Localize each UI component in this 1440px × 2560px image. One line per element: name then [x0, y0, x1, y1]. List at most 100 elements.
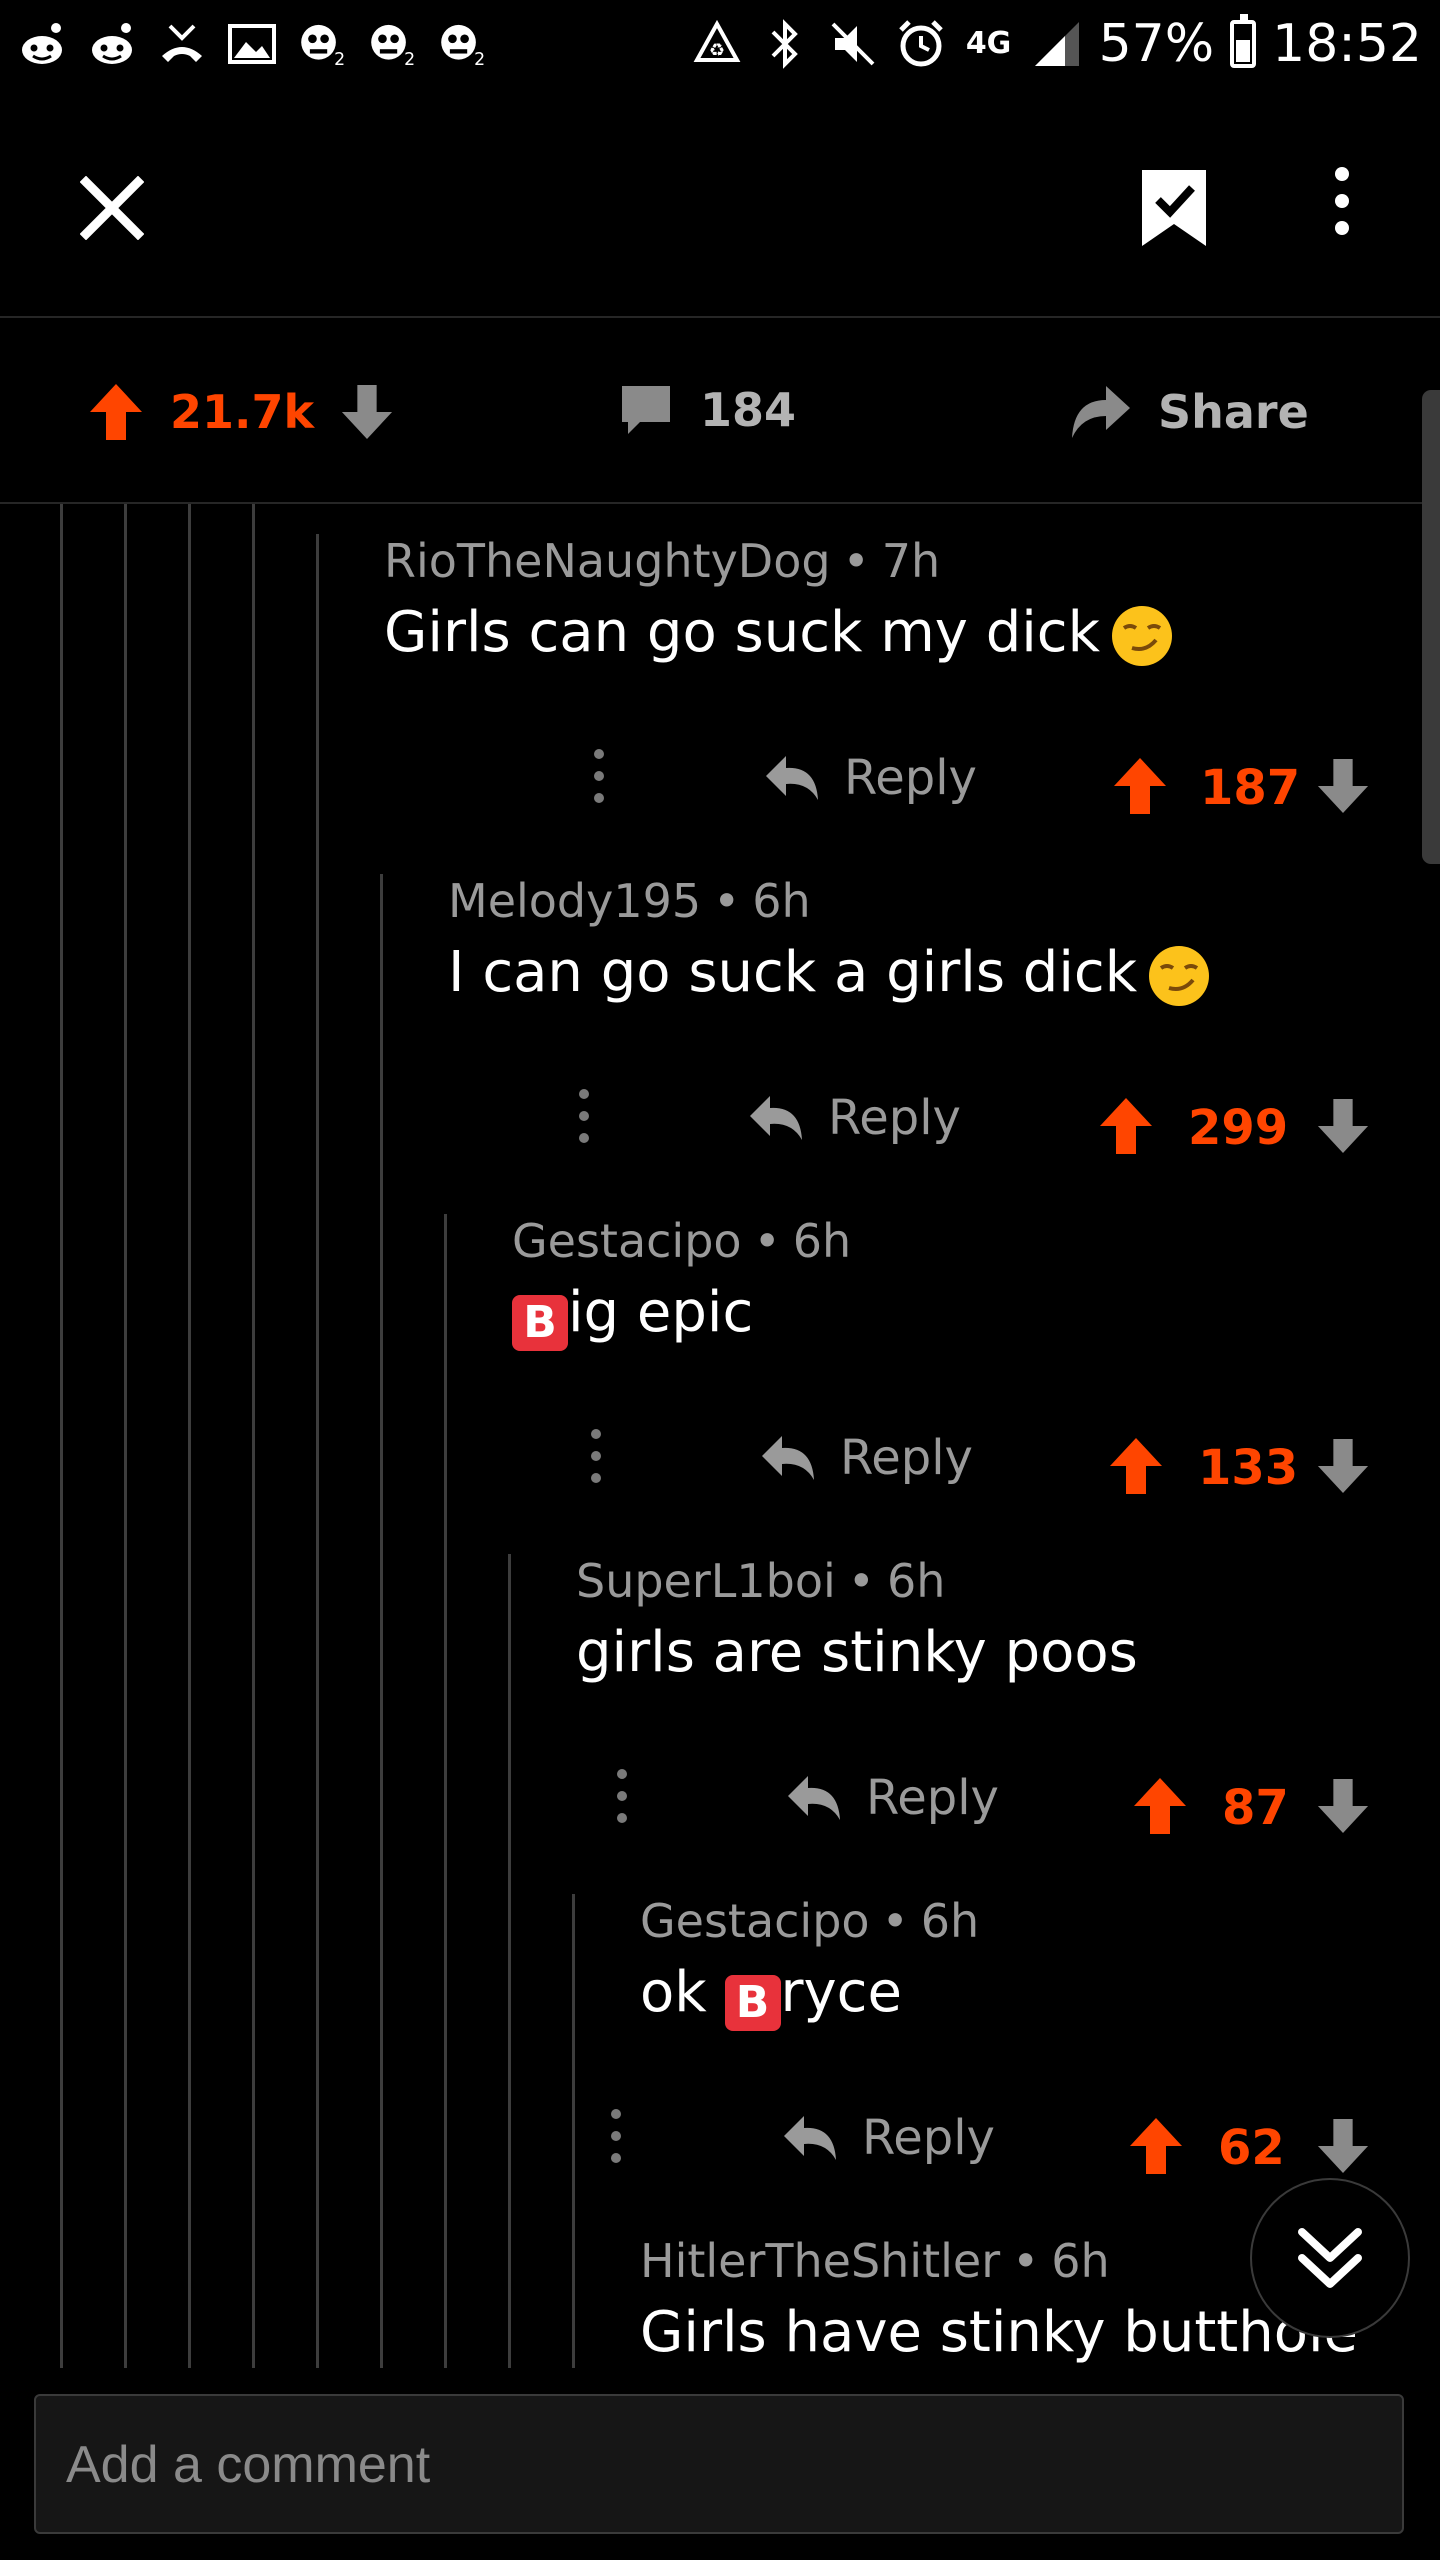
- comment-author[interactable]: HitlerTheShitler: [640, 2234, 1000, 2288]
- reply-icon: [766, 756, 818, 800]
- comment-score: 87: [1222, 1780, 1289, 1836]
- downvote-icon[interactable]: [1316, 1096, 1370, 1156]
- zombie-icon: 2: [436, 18, 488, 70]
- downvote-icon[interactable]: [1316, 1436, 1370, 1496]
- b-button-emoji: B: [724, 1975, 781, 2031]
- comment-meta: HitlerTheShitler • 6h: [640, 2234, 1110, 2288]
- comment-meta: Gestacipo • 6h: [640, 1894, 979, 1948]
- more-vert-icon[interactable]: [586, 1426, 606, 1486]
- comment-actions: Reply 87: [0, 1766, 1440, 1846]
- comment-meta: Melody195 • 6h: [448, 874, 811, 928]
- separator-dot: •: [753, 1214, 781, 1268]
- comment-age: 6h: [886, 1554, 946, 1608]
- reddit-icon: [86, 18, 138, 70]
- save-post-button[interactable]: [1138, 166, 1222, 256]
- bookmark-saved-icon: [1142, 170, 1206, 246]
- comment-meta: RioTheNaughtyDog • 7h: [384, 534, 940, 588]
- reply-label: Reply: [840, 1430, 973, 1486]
- smirk-emoji: [1112, 605, 1173, 666]
- comment-score: 299: [1188, 1100, 1289, 1156]
- comments-count: 184: [700, 383, 797, 437]
- separator-dot: •: [881, 1894, 909, 1948]
- zombie-icon: 2: [296, 18, 348, 70]
- smirk-emoji: [1149, 945, 1210, 1006]
- reply-button[interactable]: Reply: [786, 1770, 999, 1826]
- comment-body: girls are stinky poos: [576, 1620, 1138, 1685]
- reply-button[interactable]: Reply: [764, 750, 977, 806]
- comments-count-button[interactable]: 184: [618, 382, 796, 438]
- comment-thread: RioTheNaughtyDog • 7h Girls can go suck my…: [0, 504, 1440, 2368]
- post-action-bar: 21.7k 184 Share: [0, 318, 1440, 504]
- more-options-button[interactable]: [1330, 166, 1370, 250]
- comment-meta: Gestacipo • 6h: [512, 1214, 851, 1268]
- comment-author[interactable]: Gestacipo: [640, 1894, 870, 1948]
- share-button[interactable]: Share: [1068, 382, 1309, 442]
- comment-text: ig epic: [568, 1280, 754, 1345]
- comment-text: ryce: [780, 1960, 902, 2025]
- comment-actions: Reply 133: [0, 1426, 1440, 1506]
- upvote-icon[interactable]: [1130, 1776, 1190, 1836]
- reply-button[interactable]: Reply: [782, 2110, 995, 2166]
- comment-text: Girls have stinky butthole: [640, 2300, 1358, 2365]
- comment-body: Girls can go suck my dick: [384, 600, 1174, 668]
- separator-dot: •: [847, 1554, 875, 1608]
- downvote-icon[interactable]: [1316, 756, 1370, 816]
- status-bar: 2 2 2 ♻ 4G 57% 18:52: [0, 0, 1440, 100]
- more-vert-icon: [1335, 167, 1349, 235]
- comment-text-prefix: ok: [640, 1960, 725, 2025]
- comment-age: 6h: [1051, 2234, 1110, 2288]
- separator-dot: •: [1012, 2234, 1040, 2288]
- b-button-emoji: B: [512, 1295, 568, 1351]
- upvote-icon[interactable]: [1096, 1096, 1156, 1156]
- reddit-icon: [16, 18, 68, 70]
- comment-score: 62: [1218, 2120, 1285, 2176]
- system-status: ♻ 4G 57% 18:52: [691, 14, 1422, 74]
- double-chevron-down-icon: [1298, 2228, 1362, 2288]
- thread-line[interactable]: [508, 1554, 511, 2368]
- separator-dot: •: [713, 874, 741, 928]
- upvote-icon[interactable]: [1106, 1436, 1166, 1496]
- comment-author[interactable]: RioTheNaughtyDog: [384, 534, 831, 588]
- comment-author[interactable]: SuperL1boi: [576, 1554, 836, 1608]
- svg-text:2: 2: [474, 50, 485, 70]
- separator-dot: •: [842, 534, 870, 588]
- comment-body: Big epic: [512, 1280, 753, 1351]
- reply-label: Reply: [862, 2110, 995, 2166]
- upvote-icon[interactable]: [88, 382, 144, 442]
- close-button[interactable]: [70, 166, 154, 250]
- more-vert-icon[interactable]: [612, 1766, 632, 1826]
- comment-score: 133: [1198, 1440, 1299, 1496]
- upvote-icon[interactable]: [1110, 756, 1170, 816]
- comment-text: Girls can go suck my dick: [384, 600, 1101, 665]
- comment-meta: SuperL1boi • 6h: [576, 1554, 945, 1608]
- share-label: Share: [1158, 385, 1309, 439]
- svg-text:2: 2: [334, 50, 345, 70]
- comment-body: Girls have stinky butthole: [640, 2300, 1358, 2365]
- upvote-icon[interactable]: [1126, 2116, 1186, 2176]
- reply-button[interactable]: Reply: [748, 1090, 961, 1146]
- battery-percent: 57%: [1098, 14, 1215, 74]
- svg-text:♻: ♻: [709, 40, 725, 61]
- downvote-icon[interactable]: [340, 382, 394, 442]
- comment-input-box[interactable]: [34, 2394, 1404, 2534]
- reply-label: Reply: [828, 1090, 961, 1146]
- more-vert-icon[interactable]: [574, 1086, 594, 1146]
- notification-icons: 2 2 2: [16, 18, 488, 70]
- more-vert-icon[interactable]: [606, 2106, 626, 2166]
- comment-actions: Reply 299: [0, 1086, 1440, 1166]
- reply-icon: [750, 1096, 802, 1140]
- comment-input[interactable]: [64, 2424, 1368, 2506]
- comment-author[interactable]: Melody195: [448, 874, 701, 928]
- close-icon: [79, 175, 145, 241]
- downvote-icon[interactable]: [1316, 2116, 1370, 2176]
- post-score: 21.7k: [170, 385, 315, 439]
- reply-icon: [762, 1436, 814, 1480]
- signal-icon: [1031, 18, 1083, 70]
- more-vert-icon[interactable]: [589, 746, 609, 806]
- battery-icon: [1230, 14, 1257, 68]
- reply-button[interactable]: Reply: [760, 1430, 973, 1486]
- downvote-icon[interactable]: [1316, 1776, 1370, 1836]
- comment-author[interactable]: Gestacipo: [512, 1214, 742, 1268]
- next-comment-button[interactable]: [1250, 2178, 1410, 2338]
- comment-body: ok Bryce: [640, 1960, 902, 2031]
